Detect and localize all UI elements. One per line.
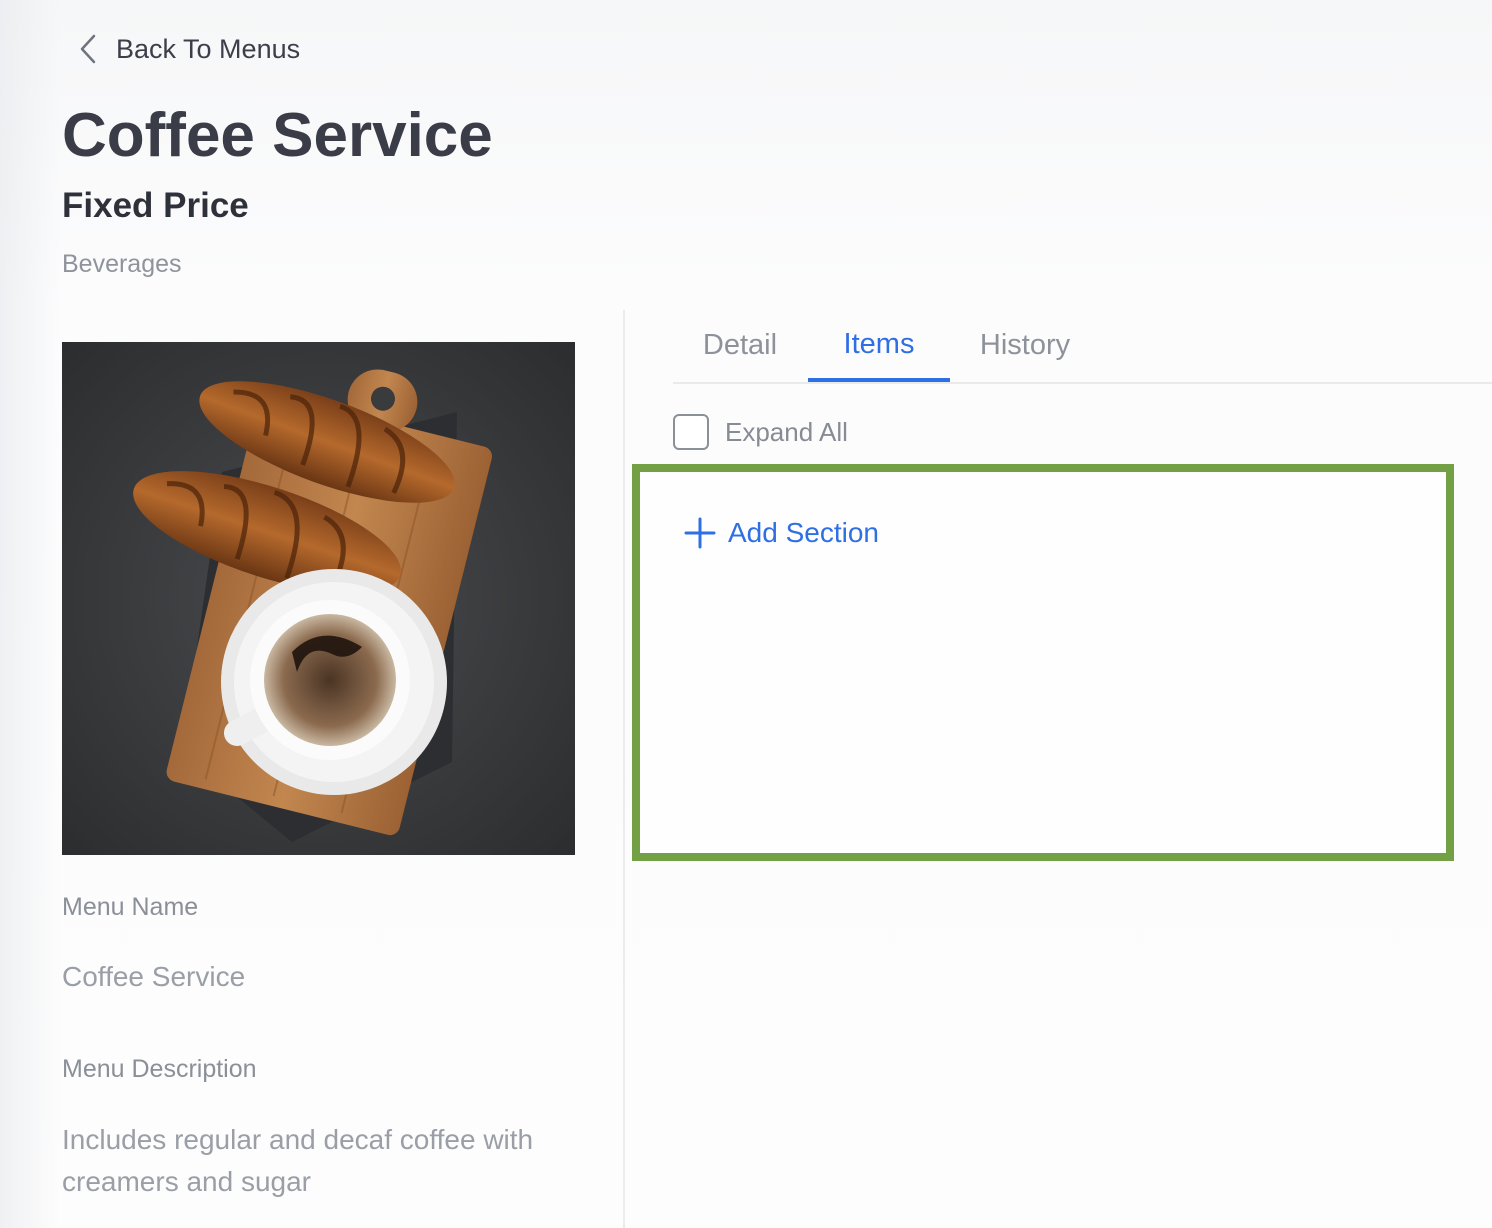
pricing-type: Fixed Price	[62, 186, 249, 225]
menu-name-value: Coffee Service	[62, 961, 246, 992]
column-divider	[623, 310, 625, 1228]
expand-all-toggle[interactable]: Expand All	[673, 414, 848, 450]
tab-detail[interactable]: Detail	[673, 310, 807, 380]
back-to-menus-link[interactable]: Back To Menus	[78, 30, 300, 68]
menu-description-value: Includes regular and decaf coffee with c…	[62, 1124, 534, 1197]
menu-name-label: Menu Name	[62, 893, 199, 921]
menu-description-label: Menu Description	[62, 1055, 257, 1083]
plus-icon	[684, 517, 716, 549]
tab-history[interactable]: History	[958, 310, 1092, 380]
add-section-label: Add Section	[728, 517, 879, 548]
menu-category: Beverages	[62, 250, 182, 278]
page-title: Coffee Service	[62, 101, 493, 170]
add-section-button[interactable]: Add Section	[684, 517, 879, 549]
tab-items[interactable]: Items	[808, 310, 950, 382]
expand-all-label: Expand All	[725, 416, 848, 447]
expand-all-checkbox[interactable]	[673, 414, 709, 450]
chevron-left-icon	[80, 34, 96, 64]
menu-image	[62, 342, 575, 855]
tab-bar: Detail Items History	[673, 310, 1492, 384]
left-edge-shadow	[0, 0, 60, 1228]
back-link-label: Back To Menus	[116, 33, 301, 64]
